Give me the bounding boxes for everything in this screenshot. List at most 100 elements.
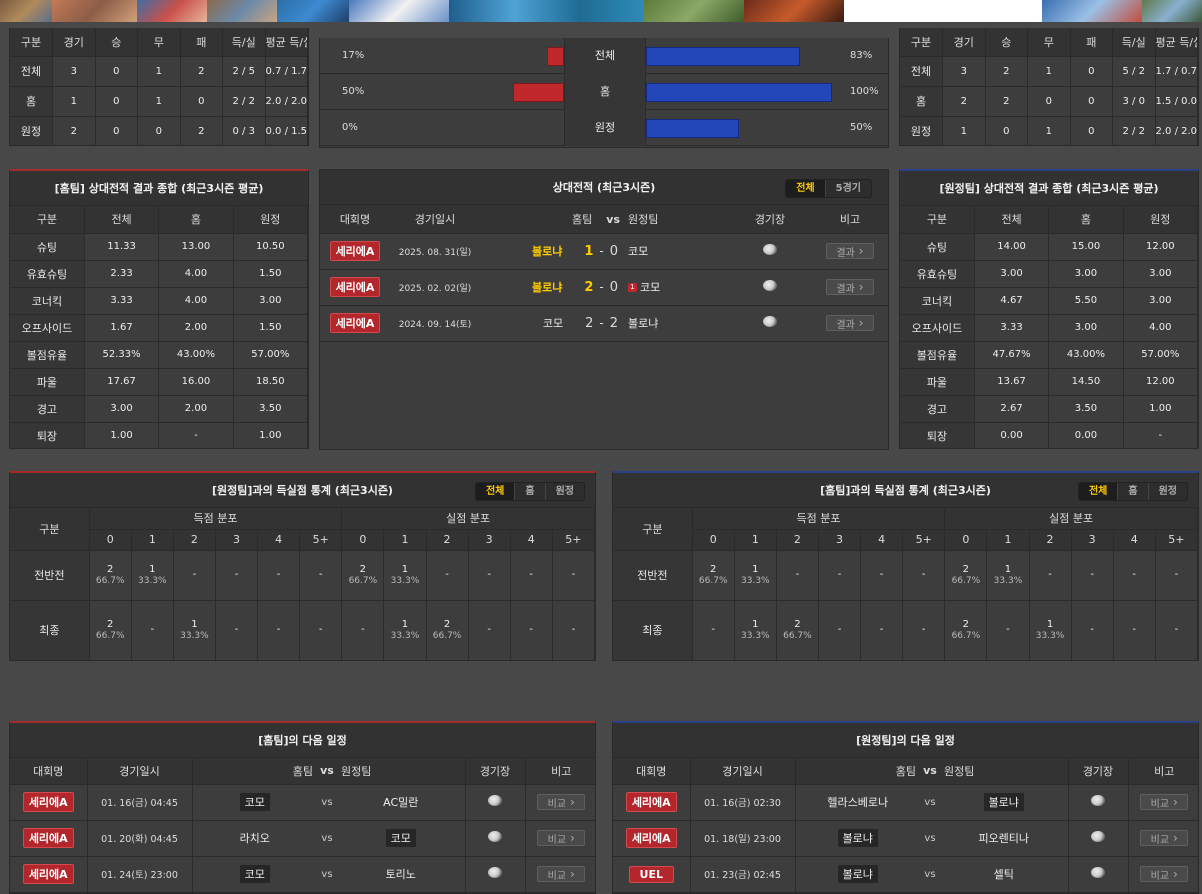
stadium-icon[interactable] xyxy=(488,831,502,842)
win-rate-right-label: 50% xyxy=(850,122,873,133)
away-cell: 볼로냐 xyxy=(620,305,730,342)
result-button[interactable]: 결과 › xyxy=(826,279,874,295)
table-row: 경고 2.67 3.50 1.00 xyxy=(900,395,1198,423)
table-cell: 2 66.7% xyxy=(692,550,735,601)
win-rate-row: 17% 전체 83% xyxy=(320,38,888,74)
percent-value: 66.7% xyxy=(951,575,981,586)
table-cell: 1 xyxy=(942,116,986,145)
venue-cell xyxy=(1068,820,1129,857)
stadium-icon[interactable] xyxy=(763,280,777,291)
header-row: 구분 전체 홈 원정 xyxy=(10,206,308,234)
tab-home[interactable]: 홈 xyxy=(514,483,544,500)
table-cell: 1 33.3% xyxy=(734,550,777,601)
percent-value: 33.3% xyxy=(138,575,167,586)
tab-away[interactable]: 원정 xyxy=(1147,483,1187,500)
table-cell: - xyxy=(776,550,819,601)
note-cell: 비교 › xyxy=(1128,820,1198,857)
count-value: - xyxy=(795,569,800,580)
tab-all[interactable]: 전체 xyxy=(475,483,515,500)
stadium-icon[interactable] xyxy=(1091,795,1105,806)
count-value: - xyxy=(276,569,281,580)
stadium-icon[interactable] xyxy=(488,795,502,806)
row-label: 홈 xyxy=(900,86,943,117)
column-header: 득/실 xyxy=(1112,28,1156,57)
count-value: - xyxy=(445,569,449,580)
stadium-icon[interactable] xyxy=(488,867,502,878)
win-rate-left-label: 17% xyxy=(342,50,365,61)
compare-button[interactable]: 비교 › xyxy=(1140,830,1189,846)
away-team: 볼로냐 xyxy=(628,317,659,330)
h2h-title: 상대전적 (최근3시즌) xyxy=(552,181,656,194)
win-rate-bar-home xyxy=(513,83,564,102)
stadium-icon[interactable] xyxy=(763,244,777,255)
column-header: 승 xyxy=(985,28,1028,57)
away-score: 2 xyxy=(609,316,618,331)
row-label: 경고 xyxy=(900,395,975,423)
count-value: - xyxy=(1090,624,1094,635)
table-cell: - xyxy=(299,600,343,660)
table-cell: 0 xyxy=(180,86,223,117)
result-button[interactable]: 결과 › xyxy=(826,243,874,259)
goal-count-header: 0 xyxy=(692,529,735,551)
header-row: 구분경기승무패득/실평균 득/실 xyxy=(10,28,308,57)
chevron-right-icon: › xyxy=(570,867,575,881)
tab-away[interactable]: 원정 xyxy=(544,483,584,500)
table-cell: 2.0 / 2.0 xyxy=(1155,116,1198,145)
table-cell: 4.00 xyxy=(158,260,234,288)
count-value: - xyxy=(571,624,576,635)
table-cell: 13.00 xyxy=(158,233,234,261)
compare-label: 비교 xyxy=(1150,798,1170,810)
header-row: 대회명 경기일시 홈팀 vs 원정팀 경기장 비고 xyxy=(320,205,888,234)
table-cell: 3.33 xyxy=(84,287,160,315)
note-cell: 비교 › xyxy=(525,856,595,893)
table-cell: 3 xyxy=(942,56,986,87)
table-cell: - xyxy=(692,600,735,660)
stadium-icon[interactable] xyxy=(763,316,777,327)
league-cell: UEL xyxy=(613,856,691,893)
table-cell: - xyxy=(818,600,862,660)
result-button[interactable]: 결과 › xyxy=(826,315,874,331)
banner-image xyxy=(449,0,644,22)
chevron-right-icon: › xyxy=(858,316,864,330)
league-badge: UEL xyxy=(628,865,674,883)
count-value: 1 xyxy=(1004,563,1012,575)
compare-button[interactable]: 비교 › xyxy=(1140,794,1189,810)
away-summary-title: [원정팀] 상대전적 결과 종합 (최근3시즌 평균) xyxy=(900,171,1198,206)
table-cell: 0 xyxy=(1070,56,1113,87)
table-cell: 3.00 xyxy=(1123,287,1198,315)
compare-button[interactable]: 비교 › xyxy=(537,866,586,882)
table-cell: 2 66.7% xyxy=(89,550,132,601)
stadium-icon[interactable] xyxy=(1091,867,1105,878)
stadium-icon[interactable] xyxy=(1091,831,1105,842)
count-value: 2 xyxy=(107,563,114,575)
goal-left-tabs: 전체 홈 원정 xyxy=(474,482,585,501)
table-cell: 1 xyxy=(137,86,181,117)
compare-button[interactable]: 비교 › xyxy=(537,830,586,846)
tab-all[interactable]: 전체 xyxy=(1078,483,1118,500)
table-cell: 16.00 xyxy=(158,368,234,396)
table-cell: 1 33.3% xyxy=(383,600,427,660)
venue-cell xyxy=(465,856,526,893)
top-banner xyxy=(0,0,1202,22)
date-cell: 2024. 09. 14(토) xyxy=(390,305,480,342)
percent-value: 33.3% xyxy=(993,575,1023,586)
row-label: 코너킥 xyxy=(900,287,975,315)
home-cell: 라치오 xyxy=(192,820,317,857)
column-header: 구분 xyxy=(10,28,53,57)
column-header: 전체 xyxy=(974,206,1050,234)
tab-home[interactable]: 홈 xyxy=(1117,483,1147,500)
table-cell: 3.00 xyxy=(233,287,308,315)
compare-button[interactable]: 비교 › xyxy=(537,794,586,810)
table-cell: 12.00 xyxy=(1123,368,1198,396)
compare-button[interactable]: 비교 › xyxy=(1140,866,1189,882)
away-cell: 셀틱 xyxy=(940,856,1069,893)
tab-last5[interactable]: 5경기 xyxy=(824,180,871,197)
table-cell: - xyxy=(468,600,511,660)
tab-all[interactable]: 전체 xyxy=(786,180,825,197)
count-value: 2 xyxy=(962,563,970,575)
venue-cell xyxy=(730,305,810,342)
row-label: 전체 xyxy=(10,56,53,87)
row-label: 원정 xyxy=(10,116,53,145)
goal-count-header: 4 xyxy=(860,529,904,551)
home-score: 2 xyxy=(585,316,594,331)
